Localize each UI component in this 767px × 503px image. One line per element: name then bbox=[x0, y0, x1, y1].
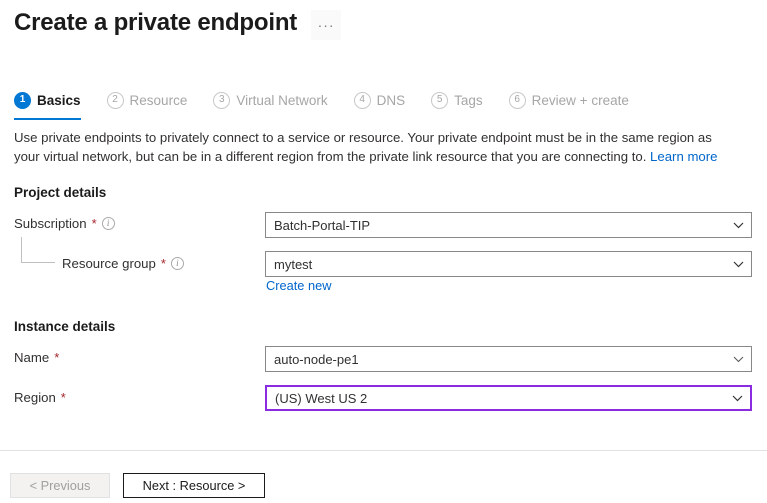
subscription-dropdown[interactable]: Batch-Portal-TIP bbox=[265, 212, 752, 238]
more-options-button[interactable]: ··· bbox=[311, 10, 341, 40]
tab-number-icon: 6 bbox=[509, 92, 526, 109]
subscription-label-text: Subscription bbox=[14, 216, 87, 231]
page-title: Create a private endpoint bbox=[14, 7, 297, 39]
chevron-down-icon bbox=[725, 261, 751, 268]
section-heading-project-details: Project details bbox=[14, 185, 106, 200]
tab-label: Virtual Network bbox=[236, 93, 327, 108]
tab-dns[interactable]: 4 DNS bbox=[354, 86, 420, 114]
title-row: Create a private endpoint ··· bbox=[14, 6, 341, 40]
create-new-resource-group-link[interactable]: Create new bbox=[266, 278, 331, 293]
required-asterisk: * bbox=[54, 350, 59, 365]
tab-label: Basics bbox=[37, 93, 81, 108]
footer-divider bbox=[0, 450, 767, 451]
previous-button[interactable]: < Previous bbox=[10, 473, 110, 498]
tab-label: Tags bbox=[454, 93, 483, 108]
tab-tags[interactable]: 5 Tags bbox=[431, 86, 497, 114]
name-value: auto-node-pe1 bbox=[266, 352, 725, 367]
name-label: Name * bbox=[14, 350, 59, 365]
next-resource-button[interactable]: Next : Resource > bbox=[123, 473, 265, 498]
ellipsis-icon: ··· bbox=[318, 22, 335, 28]
tab-resource[interactable]: 2 Resource bbox=[107, 86, 202, 114]
required-asterisk: * bbox=[92, 216, 97, 231]
tab-review-create[interactable]: 6 Review + create bbox=[509, 86, 643, 114]
chevron-down-icon bbox=[724, 395, 750, 402]
region-dropdown[interactable]: (US) West US 2 bbox=[265, 385, 752, 411]
tab-number-icon: 4 bbox=[354, 92, 371, 109]
tab-number-icon: 1 bbox=[14, 92, 31, 109]
tab-label: DNS bbox=[377, 93, 406, 108]
region-label: Region * bbox=[14, 390, 66, 405]
resource-group-label-text: Resource group bbox=[62, 256, 156, 271]
resource-group-indent-connector bbox=[21, 237, 55, 263]
required-asterisk: * bbox=[161, 256, 166, 271]
tab-number-icon: 5 bbox=[431, 92, 448, 109]
description-body: Use private endpoints to privately conne… bbox=[14, 130, 712, 164]
tab-label: Review + create bbox=[532, 93, 629, 108]
tab-label: Resource bbox=[130, 93, 188, 108]
info-icon[interactable]: i bbox=[102, 217, 115, 230]
section-heading-instance-details: Instance details bbox=[14, 319, 115, 334]
description-text: Use private endpoints to privately conne… bbox=[14, 128, 738, 166]
required-asterisk: * bbox=[61, 390, 66, 405]
name-input[interactable]: auto-node-pe1 bbox=[265, 346, 752, 372]
create-private-endpoint-page: Create a private endpoint ··· 1 Basics 2… bbox=[0, 0, 767, 503]
region-label-text: Region bbox=[14, 390, 56, 405]
region-value: (US) West US 2 bbox=[267, 391, 724, 406]
tab-basics[interactable]: 1 Basics bbox=[14, 86, 95, 114]
chevron-down-icon bbox=[725, 356, 751, 363]
tab-number-icon: 2 bbox=[107, 92, 124, 109]
wizard-tabs: 1 Basics 2 Resource 3 Virtual Network 4 … bbox=[14, 86, 655, 114]
name-label-text: Name bbox=[14, 350, 49, 365]
resource-group-label: Resource group * i bbox=[62, 256, 184, 271]
subscription-value: Batch-Portal-TIP bbox=[266, 218, 725, 233]
tab-number-icon: 3 bbox=[213, 92, 230, 109]
chevron-down-icon bbox=[725, 222, 751, 229]
tab-virtual-network[interactable]: 3 Virtual Network bbox=[213, 86, 341, 114]
learn-more-link[interactable]: Learn more bbox=[650, 149, 717, 164]
info-icon[interactable]: i bbox=[171, 257, 184, 270]
resource-group-value: mytest bbox=[266, 257, 725, 272]
subscription-label: Subscription * i bbox=[14, 216, 115, 231]
resource-group-dropdown[interactable]: mytest bbox=[265, 251, 752, 277]
